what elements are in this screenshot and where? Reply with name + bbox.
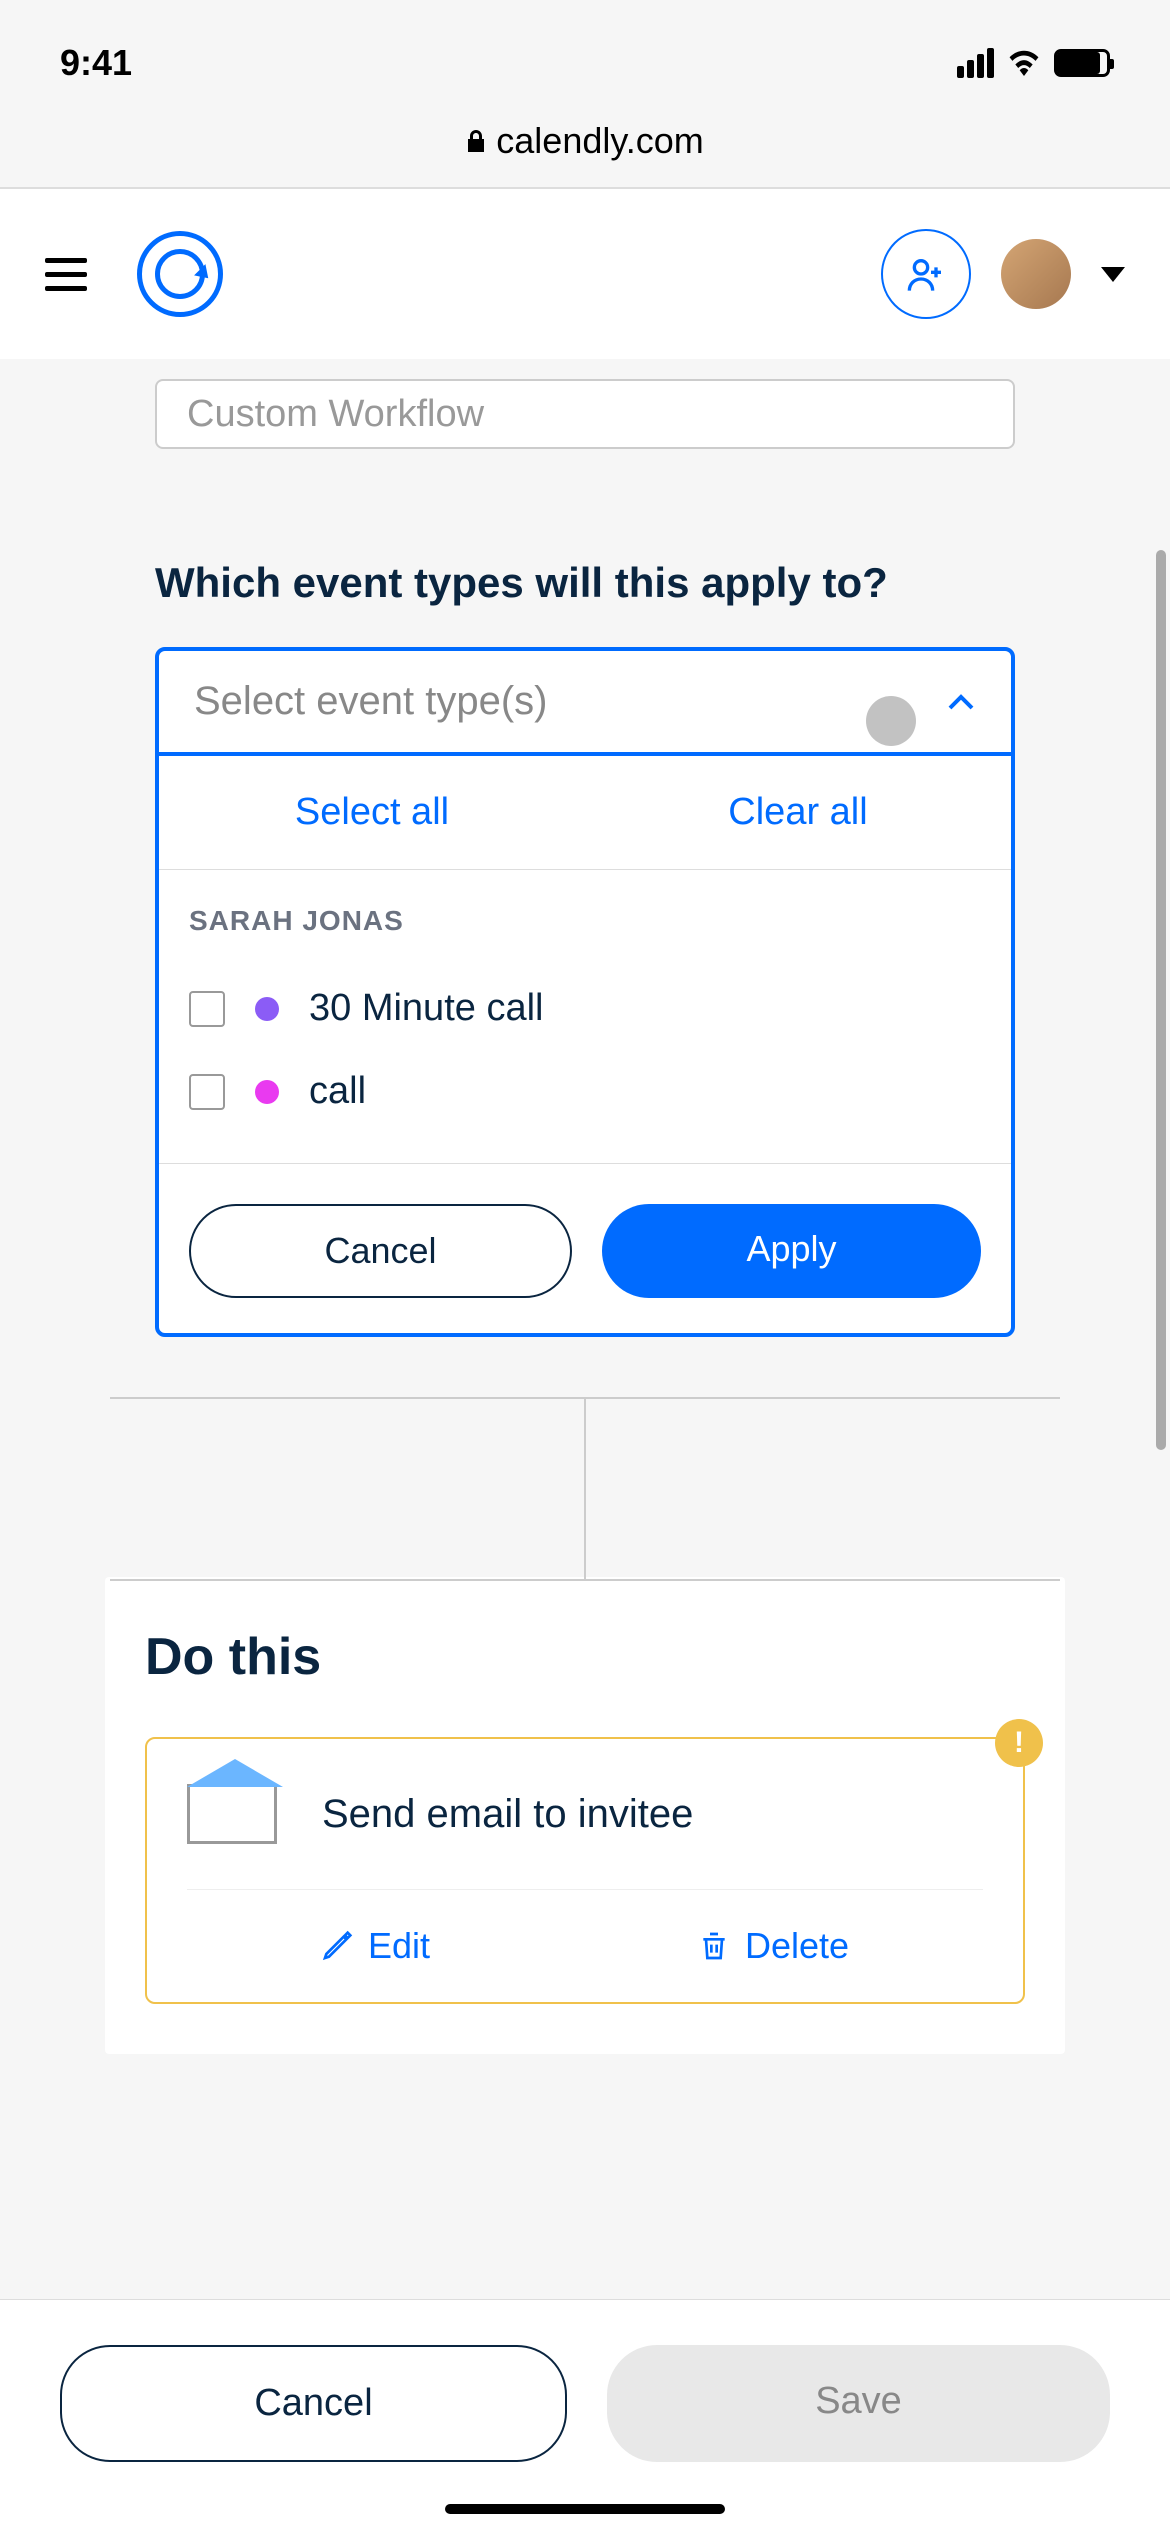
avatar[interactable] bbox=[1001, 239, 1071, 309]
dropdown-cancel-button[interactable]: Cancel bbox=[189, 1204, 572, 1298]
workflow-connector bbox=[45, 1397, 1125, 1577]
select-all-button[interactable]: Select all bbox=[159, 791, 585, 834]
lock-icon bbox=[466, 129, 486, 153]
dropdown-group-name: SARAH JONAS bbox=[189, 905, 981, 937]
do-this-section: Do this ! Send email to invitee Edit Del… bbox=[105, 1577, 1065, 2054]
save-button[interactable]: Save bbox=[607, 2345, 1110, 2462]
calendly-logo[interactable] bbox=[137, 231, 223, 317]
pencil-icon bbox=[321, 1930, 353, 1962]
checkbox[interactable] bbox=[189, 1074, 225, 1110]
dropdown-apply-button[interactable]: Apply bbox=[602, 1204, 981, 1298]
envelope-icon bbox=[187, 1784, 277, 1844]
dropdown-placeholder: Select event type(s) bbox=[194, 679, 548, 724]
battery-icon bbox=[1054, 49, 1110, 77]
option-label: 30 Minute call bbox=[309, 987, 543, 1030]
chevron-up-icon bbox=[946, 692, 976, 712]
color-dot bbox=[255, 997, 279, 1021]
checkbox[interactable] bbox=[189, 991, 225, 1027]
event-type-dropdown[interactable]: Select event type(s) Select all Clear al… bbox=[155, 647, 1015, 1337]
home-indicator[interactable] bbox=[445, 2504, 725, 2514]
status-icons bbox=[957, 48, 1110, 78]
add-person-button[interactable] bbox=[881, 229, 971, 319]
delete-button[interactable]: Delete bbox=[698, 1925, 849, 1967]
action-label: Send email to invitee bbox=[322, 1792, 693, 1837]
workflow-name-input[interactable]: Custom Workflow bbox=[155, 379, 1015, 449]
edit-button[interactable]: Edit bbox=[321, 1925, 430, 1967]
url-bar[interactable]: calendly.com bbox=[0, 110, 1170, 187]
section-title: Which event types will this apply to? bbox=[155, 559, 1015, 607]
status-bar: 9:41 bbox=[0, 0, 1170, 110]
scrollbar[interactable] bbox=[1156, 550, 1166, 1450]
dropdown-option[interactable]: call bbox=[189, 1050, 981, 1133]
color-dot bbox=[255, 1080, 279, 1104]
wifi-icon bbox=[1006, 50, 1042, 76]
url-text: calendly.com bbox=[496, 120, 703, 162]
touch-indicator bbox=[866, 696, 916, 746]
caret-down-icon[interactable] bbox=[1101, 267, 1125, 282]
app-header bbox=[0, 189, 1170, 359]
cancel-button[interactable]: Cancel bbox=[60, 2345, 567, 2462]
option-label: call bbox=[309, 1070, 366, 1113]
signal-icon bbox=[957, 48, 994, 78]
menu-icon[interactable] bbox=[45, 258, 87, 291]
trash-icon bbox=[698, 1930, 730, 1962]
do-this-title: Do this bbox=[145, 1627, 1025, 1687]
dropdown-option[interactable]: 30 Minute call bbox=[189, 967, 981, 1050]
status-time: 9:41 bbox=[60, 42, 132, 84]
action-card: ! Send email to invitee Edit Delete bbox=[145, 1737, 1025, 2004]
bottom-bar: Cancel Save bbox=[0, 2299, 1170, 2532]
warning-badge-icon: ! bbox=[995, 1719, 1043, 1767]
clear-all-button[interactable]: Clear all bbox=[585, 791, 1011, 834]
